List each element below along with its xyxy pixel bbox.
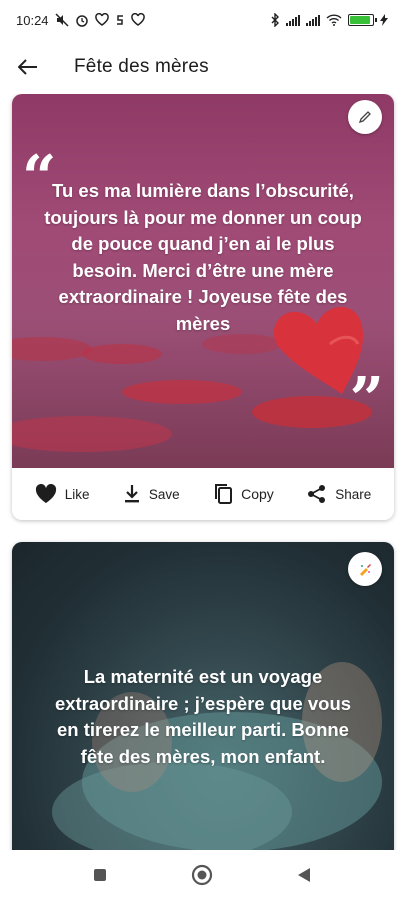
copy-label: Copy	[241, 486, 274, 502]
quote-card[interactable]: “ ” Tu es ma lumière dans l’obscurité, t…	[12, 94, 394, 520]
quote-card-2[interactable]: La maternité est un voyage extraordinair…	[12, 542, 394, 850]
signal-icon-1	[286, 14, 300, 26]
brush-icon	[360, 564, 371, 576]
mute-icon	[55, 13, 69, 27]
share-label: Share	[335, 486, 372, 502]
signal-icon-2	[306, 14, 320, 26]
close-quote-icon: ”	[349, 365, 384, 435]
triangle-back-icon	[298, 868, 310, 882]
status-bar: 10:24	[0, 0, 404, 40]
share-icon	[308, 485, 326, 503]
alarm-icon	[75, 15, 88, 27]
circle-icon	[191, 864, 213, 886]
status-left: 10:24	[16, 13, 145, 28]
save-label: Save	[148, 486, 180, 502]
edit-button-2[interactable]	[348, 552, 382, 586]
page-title: Fête des mères	[74, 56, 209, 77]
battery-icon	[348, 14, 377, 26]
like-label: Like	[64, 486, 90, 502]
heart-outline-icon	[94, 13, 109, 26]
card-actions: Like Save Copy Share	[12, 468, 394, 520]
quote-image-hearts: “ ” Tu es ma lumière dans l’obscurité, t…	[12, 94, 394, 468]
heart-outline-icon-2	[130, 13, 145, 26]
quotes-list[interactable]: “ ” Tu es ma lumière dans l’obscurité, t…	[0, 94, 404, 850]
arrow-left-icon	[18, 59, 37, 75]
quote-text-2: La maternité est un voyage extraordinair…	[54, 666, 352, 767]
system-back-button[interactable]	[289, 860, 319, 890]
back-button[interactable]	[0, 40, 56, 94]
status-time: 10:24	[16, 12, 49, 28]
heart-icon	[35, 484, 56, 503]
pencil-icon	[358, 111, 371, 124]
share-button[interactable]: Share	[307, 484, 371, 504]
edit-button[interactable]	[348, 100, 382, 134]
status-right	[270, 13, 388, 27]
recent-apps-button[interactable]	[85, 860, 115, 890]
square-icon	[94, 869, 106, 881]
download-icon	[124, 485, 139, 503]
copy-button[interactable]: Copy	[213, 483, 274, 505]
system-nav-bar	[0, 850, 404, 900]
charging-icon	[380, 14, 388, 26]
app-bar: Fête des mères	[0, 40, 404, 94]
wifi-icon	[326, 14, 342, 26]
signal-s-icon	[116, 15, 123, 25]
bluetooth-icon	[271, 13, 279, 27]
quote-image-knitting: La maternité est un voyage extraordinair…	[12, 542, 394, 850]
save-button[interactable]: Save	[123, 484, 180, 504]
quote-text: Tu es ma lumière dans l’obscurité, toujo…	[44, 180, 362, 334]
like-button[interactable]: Like	[35, 484, 90, 504]
home-button[interactable]	[187, 860, 217, 890]
copy-icon	[215, 484, 233, 504]
